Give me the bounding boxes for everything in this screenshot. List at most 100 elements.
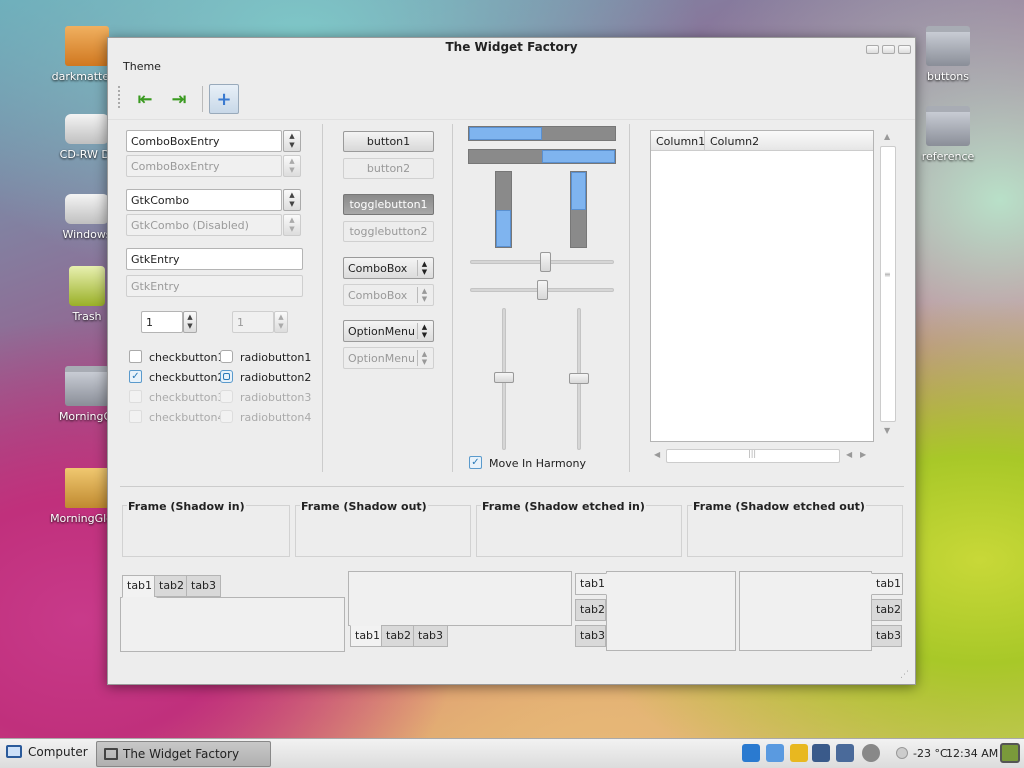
notebook-right-tab1[interactable]: tab1 bbox=[871, 573, 903, 595]
optionmenu[interactable]: OptionMenu ▲ ▼ bbox=[343, 320, 434, 342]
vscale-1-thumb[interactable] bbox=[494, 372, 514, 383]
vprogress-1-fill bbox=[496, 209, 511, 247]
frame-title: Frame (Shadow in) bbox=[127, 500, 246, 513]
scroll-down-icon[interactable]: ▼ bbox=[884, 426, 890, 435]
radiobutton-label: radiobutton1 bbox=[240, 351, 312, 364]
menu-theme[interactable]: Theme bbox=[123, 60, 161, 73]
temperature[interactable]: -23 °C bbox=[913, 747, 948, 760]
titlebar[interactable]: The Widget Factory bbox=[108, 38, 915, 56]
spin-arrows[interactable]: ▲ ▼ bbox=[183, 311, 197, 333]
column-separator bbox=[629, 124, 630, 472]
spin-input[interactable]: 1 bbox=[141, 311, 183, 333]
column-separator bbox=[322, 124, 323, 472]
vscrollbar[interactable]: ▲ ≡ ▼ bbox=[880, 130, 896, 442]
vprogress-2 bbox=[570, 171, 587, 248]
desktop-icon-label: buttons bbox=[926, 70, 969, 83]
taskbar-window-button[interactable]: The Widget Factory bbox=[96, 741, 271, 767]
trash-icon bbox=[69, 266, 105, 306]
user-icon[interactable] bbox=[790, 744, 808, 762]
optionmenu-disabled: OptionMenu ▲ ▼ bbox=[343, 347, 434, 369]
radiobutton4 bbox=[220, 410, 233, 423]
notebook-top-page bbox=[120, 597, 345, 652]
resize-grip-icon[interactable]: ⋰ bbox=[900, 670, 909, 680]
display-icon[interactable] bbox=[836, 744, 854, 762]
radiobutton1[interactable] bbox=[220, 350, 233, 363]
comboboxentry-input[interactable]: ComboBoxEntry bbox=[126, 130, 282, 152]
toolbar-handle[interactable] bbox=[118, 86, 121, 108]
combobox-arrow-icon: ▲ ▼ bbox=[417, 287, 431, 303]
weather-icon[interactable] bbox=[896, 747, 908, 759]
add-button[interactable]: + bbox=[209, 84, 239, 114]
notebook-left-tab1[interactable]: tab1 bbox=[575, 573, 607, 595]
notebook-top-tab3[interactable]: tab3 bbox=[186, 575, 222, 597]
hprogress-2-fill bbox=[542, 150, 615, 163]
hscale-2-thumb[interactable] bbox=[537, 280, 548, 300]
chat-icon[interactable] bbox=[766, 744, 784, 762]
desktop-icon-label: reference bbox=[921, 150, 975, 163]
button1[interactable]: button1 bbox=[343, 131, 434, 152]
window-icon bbox=[104, 748, 118, 760]
radiobutton-label: radiobutton2 bbox=[240, 371, 312, 384]
vscale-2-thumb[interactable] bbox=[569, 373, 589, 384]
close-button[interactable] bbox=[898, 45, 911, 54]
checkbutton1[interactable] bbox=[129, 350, 142, 363]
minimize-button[interactable] bbox=[866, 45, 879, 54]
volume-icon[interactable] bbox=[862, 744, 880, 762]
scroll-left-icon[interactable]: ◀ bbox=[846, 450, 852, 459]
checkbutton-label: checkbutton1 bbox=[149, 351, 225, 364]
horizontal-separator bbox=[120, 486, 904, 487]
scroll-right-icon[interactable]: ▶ bbox=[860, 450, 866, 459]
notebook-top-tab2[interactable]: tab2 bbox=[154, 575, 190, 597]
home-folder-icon bbox=[65, 26, 109, 66]
frame-title: Frame (Shadow etched out) bbox=[692, 500, 866, 513]
network-icon[interactable] bbox=[812, 744, 830, 762]
checkbutton2[interactable]: ✓ bbox=[129, 370, 142, 383]
scroll-left-icon[interactable]: ◀ bbox=[654, 450, 660, 459]
folder-icon bbox=[65, 366, 109, 406]
optionmenu-value: OptionMenu bbox=[348, 325, 415, 338]
clock[interactable]: 12:34 AM bbox=[946, 747, 998, 760]
notebook-bottom-tab3[interactable]: tab3 bbox=[413, 625, 449, 647]
treeview[interactable]: Column1 Column2 bbox=[650, 130, 874, 442]
comboboxentry-arrow[interactable]: ▲ ▼ bbox=[283, 130, 301, 152]
notebook-left-tab3[interactable]: tab3 bbox=[575, 625, 606, 647]
maximize-button[interactable] bbox=[882, 45, 895, 54]
radiobutton2[interactable] bbox=[220, 370, 233, 383]
folder-icon bbox=[926, 26, 970, 66]
toolbar: ⇤ ⇥ + bbox=[108, 78, 915, 120]
combobox[interactable]: ComboBox ▲ ▼ bbox=[343, 257, 434, 279]
computer-menu[interactable]: Computer bbox=[6, 745, 88, 759]
notebook-left-tab2[interactable]: tab2 bbox=[575, 599, 606, 621]
notebook-left-page bbox=[606, 571, 736, 651]
column-header-2[interactable]: Column2 bbox=[705, 131, 873, 151]
desktop-icon-reference[interactable]: reference bbox=[903, 106, 993, 163]
go-last-button[interactable]: ⇥ bbox=[164, 84, 194, 114]
notebook-bottom-tab2[interactable]: tab2 bbox=[381, 625, 417, 647]
comboboxentry-disabled-input: ComboBoxEntry bbox=[126, 155, 282, 177]
gtkentry-input[interactable]: GtkEntry bbox=[126, 248, 303, 270]
gtkcombo-arrow[interactable]: ▲ ▼ bbox=[283, 189, 301, 211]
checkbutton-label: checkbutton2 bbox=[149, 371, 225, 384]
go-first-button[interactable]: ⇤ bbox=[130, 84, 160, 114]
folder-icon bbox=[926, 106, 970, 146]
togglebutton1[interactable]: togglebutton1 bbox=[343, 194, 434, 215]
computer-icon bbox=[6, 745, 22, 758]
column-header-1[interactable]: Column1 bbox=[651, 131, 705, 151]
notebook-right-tab3[interactable]: tab3 bbox=[871, 625, 902, 647]
scroll-up-icon[interactable]: ▲ bbox=[884, 132, 890, 141]
desktop-icon-buttons[interactable]: buttons bbox=[903, 26, 993, 83]
vscrollbar-trough[interactable] bbox=[880, 146, 896, 422]
package-icon bbox=[65, 468, 109, 508]
move-in-harmony-checkbox[interactable]: ✓ bbox=[469, 456, 482, 469]
gtkcombo-input[interactable]: GtkCombo bbox=[126, 189, 282, 211]
button2: button2 bbox=[343, 158, 434, 179]
combobox-disabled-value: ComboBox bbox=[348, 289, 408, 302]
show-desktop-icon[interactable] bbox=[1000, 743, 1020, 763]
notebook-right-tab2[interactable]: tab2 bbox=[871, 599, 902, 621]
notebook-top-tab1[interactable]: tab1 bbox=[122, 575, 158, 598]
accessibility-icon[interactable] bbox=[742, 744, 760, 762]
notebook-bottom-tab1[interactable]: tab1 bbox=[350, 625, 386, 647]
scroll-grip-icon: ||| bbox=[748, 449, 757, 458]
hscrollbar[interactable]: ◀ ||| ◀ ▶ bbox=[650, 448, 874, 464]
hscale-1-thumb[interactable] bbox=[540, 252, 551, 272]
